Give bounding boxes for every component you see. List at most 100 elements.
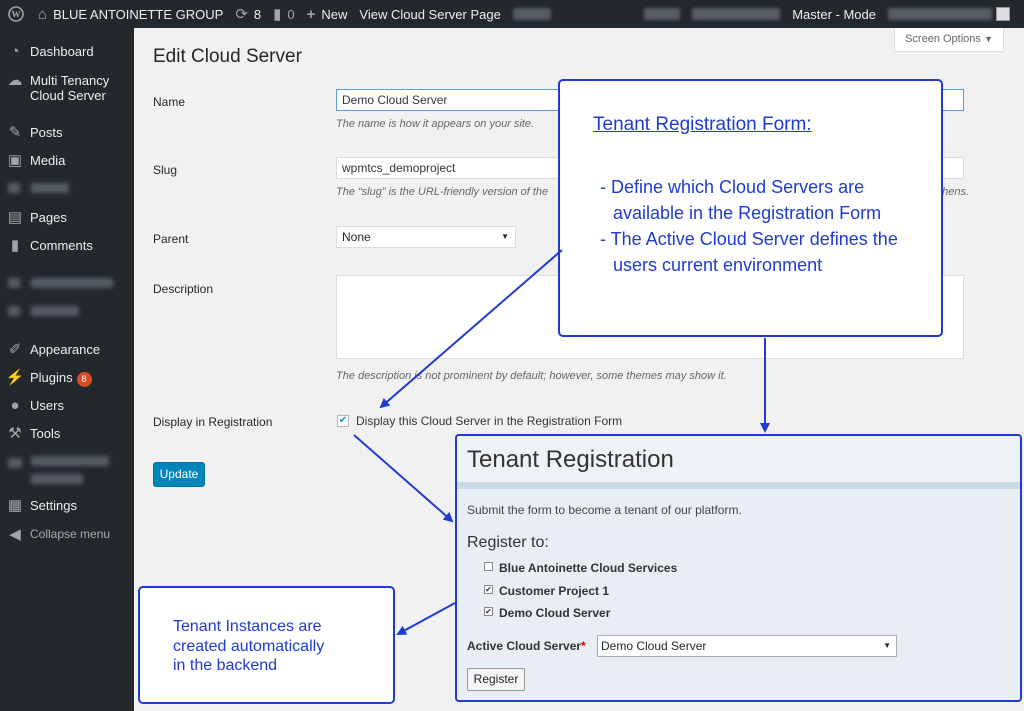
blurred-menu-item[interactable]	[638, 0, 686, 28]
sidebar-item-multi-tenancy[interactable]: ☁ Multi Tenancy Cloud Server	[0, 73, 134, 103]
account-menu[interactable]	[882, 0, 1024, 28]
sidebar-item-label: Plugins 8	[30, 370, 134, 387]
refresh-icon: ⟳	[235, 6, 248, 23]
sidebar-item-label: Appearance	[30, 342, 101, 357]
collapse-icon: ◀	[9, 526, 21, 543]
avatar	[996, 7, 1010, 21]
caret-down-icon: ▼	[983, 34, 993, 44]
description-help: The description is not prominent by defa…	[336, 370, 727, 382]
blurred-menu-item[interactable]	[686, 0, 786, 28]
collapse-menu-button[interactable]: ◀ Collapse menu	[0, 527, 134, 542]
checkmark-icon: ✔	[485, 607, 492, 616]
arrow-checkbox-to-panel	[353, 434, 454, 523]
callout-line: created automatically	[173, 638, 325, 655]
callout-title: Tenant Registration Form:	[593, 114, 812, 135]
blurred-menu-item[interactable]	[507, 0, 557, 28]
caret-down-icon: ▼	[501, 232, 509, 241]
blurred-menu-item[interactable]	[31, 183, 69, 193]
new-content-link[interactable]: + New	[301, 0, 354, 28]
sidebar-item-dashboard[interactable]: ◔ Dashboard	[0, 44, 134, 59]
required-mark: *	[581, 639, 586, 653]
paintbrush-icon: ✐	[8, 341, 22, 358]
blurred-menu-item[interactable]	[31, 474, 83, 484]
site-name-link[interactable]: ⌂ BLUE ANTOINETTE GROUP	[32, 0, 229, 28]
media-icon: ▣	[7, 152, 23, 169]
dashboard-icon: ◔	[10, 43, 20, 60]
sidebar-item-media[interactable]: ▣ Media	[0, 153, 134, 168]
caret-down-icon: ▼	[883, 641, 891, 650]
sidebar-item-label: Dashboard	[30, 44, 94, 59]
sidebar-item-plugins[interactable]: ⚡ Plugins 8	[0, 370, 134, 387]
sidebar-item-label: Comments	[30, 238, 93, 253]
update-button[interactable]: Update	[153, 462, 205, 487]
svg-text:W: W	[12, 10, 21, 20]
option-label: Blue Antoinette Cloud Services	[499, 561, 678, 575]
parent-select-value: None	[342, 230, 371, 244]
option-checkbox[interactable]: ✔	[484, 585, 493, 594]
panel-intro: Submit the form to become a tenant of ou…	[467, 503, 742, 517]
wordpress-logo-icon[interactable]: W	[0, 0, 32, 28]
blurred-menu-icon	[8, 458, 22, 468]
description-label: Description	[153, 282, 214, 296]
option-checkbox[interactable]	[484, 562, 493, 571]
admin-bar: W ⌂ BLUE ANTOINETTE GROUP ⟳ 8 ▮ 0 + New …	[0, 0, 1024, 28]
backend-callout: Tenant Instances are created automatical…	[138, 586, 395, 704]
sidebar-item-label: Users	[30, 398, 64, 413]
blurred-menu-icon	[8, 278, 20, 288]
registration-checkbox-label: Display this Cloud Server in the Registr…	[356, 414, 623, 428]
active-cloud-server-select[interactable]: Demo Cloud Server ▼	[597, 635, 897, 657]
name-description: The name is how it appears on your site.	[336, 118, 535, 130]
pushpin-icon: ✎	[8, 124, 22, 141]
checkmark-icon: ✔	[485, 585, 492, 594]
wrench-icon: ⚒	[8, 425, 22, 442]
sidebar-item-label: Collapse menu	[30, 527, 111, 541]
blurred-menu-item[interactable]	[31, 306, 79, 316]
plugin-icon: ⚡	[5, 369, 25, 386]
sidebar-item-posts[interactable]: ✎ Posts	[0, 125, 134, 140]
comments-count: 0	[287, 6, 295, 22]
blurred-menu-item[interactable]	[31, 278, 113, 288]
display-in-registration-checkbox[interactable]: ✔	[337, 415, 349, 427]
register-button[interactable]: Register	[467, 668, 525, 691]
parent-select[interactable]: None ▼	[336, 226, 516, 248]
option-label: Demo Cloud Server	[499, 606, 611, 620]
active-cloud-server-label: Active Cloud Server*	[467, 639, 586, 653]
option-checkbox[interactable]: ✔	[484, 607, 493, 616]
sidebar-item-comments[interactable]: ▮ Comments	[0, 238, 134, 253]
mode-label[interactable]: Master - Mode	[786, 0, 882, 28]
sidebar-item-appearance[interactable]: ✐ Appearance	[0, 342, 134, 357]
view-cloud-server-link[interactable]: View Cloud Server Page	[353, 0, 506, 28]
comments-link[interactable]: ▮ 0	[267, 0, 301, 28]
updates-link[interactable]: ⟳ 8	[229, 0, 267, 28]
blurred-menu-icon	[8, 183, 20, 193]
sidebar-item-label: Pages	[30, 210, 67, 225]
pages-icon: ▤	[7, 209, 23, 226]
new-label: New	[321, 6, 348, 22]
checkmark-icon: ✔	[338, 415, 348, 426]
arrow-panel-to-backend	[396, 602, 456, 635]
sidebar-item-tools[interactable]: ⚒ Tools	[0, 426, 134, 441]
sidebar-item-users[interactable]: ● Users	[0, 398, 134, 413]
screen-options-toggle[interactable]: Screen Options ▼	[894, 28, 1004, 52]
sidebar-item-label: Posts	[30, 125, 63, 140]
sidebar-item-label: Settings	[30, 498, 77, 513]
comment-icon: ▮	[273, 6, 282, 23]
callout-line: Tenant Instances are	[173, 618, 322, 635]
slug-label: Slug	[153, 163, 178, 177]
blurred-menu-icon	[8, 306, 20, 316]
user-icon: ●	[10, 397, 20, 414]
settings-icon: ▦	[7, 497, 23, 514]
tenant-registration-panel: Tenant Registration Submit the form to b…	[455, 434, 1022, 702]
sidebar-item-settings[interactable]: ▦ Settings	[0, 498, 134, 513]
callout-line: in the backend	[173, 657, 278, 674]
sidebar-item-label: Tools	[30, 426, 61, 441]
plus-icon: +	[306, 5, 316, 23]
callout-line: users current environment	[613, 255, 823, 275]
sidebar-item-pages[interactable]: ▤ Pages	[0, 210, 134, 225]
option-label: Customer Project 1	[499, 584, 610, 598]
updates-count: 8	[253, 6, 262, 22]
select-value: Demo Cloud Server	[601, 639, 707, 653]
blurred-menu-item[interactable]	[31, 456, 109, 466]
panel-divider	[457, 482, 1020, 489]
name-label: Name	[153, 95, 186, 109]
